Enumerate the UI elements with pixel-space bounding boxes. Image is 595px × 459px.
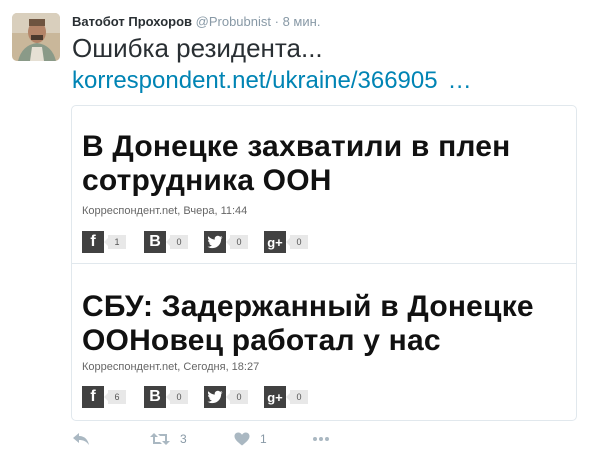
facebook-icon: f — [82, 231, 104, 253]
article-title[interactable]: СБУ: Задержанный в Донецке ООНовец работ… — [82, 290, 570, 358]
tweet-link-ellipsis: … — [447, 67, 472, 94]
share-count: 0 — [286, 390, 308, 404]
gplus-icon: g+ — [264, 386, 286, 408]
share-count: 0 — [226, 390, 248, 404]
tweet-header: Ватобот Прохоров @Probubnist · 8 мин. — [72, 14, 320, 30]
twitter-icon — [204, 386, 226, 408]
reply-button[interactable] — [72, 428, 90, 450]
share-facebook[interactable]: f 6 — [82, 386, 126, 408]
author-name[interactable]: Ватобот Прохоров — [72, 14, 192, 29]
retweet-button[interactable]: 3 — [150, 428, 187, 450]
share-count: 1 — [104, 235, 126, 249]
tweet-link-text: korrespondent.net/ukraine/366905 — [72, 67, 438, 94]
retweet-count: 3 — [180, 432, 187, 446]
avatar[interactable] — [12, 13, 60, 61]
retweet-icon — [150, 433, 170, 445]
article-title[interactable]: В Донецке захватили в плен сотрудника ОО… — [82, 130, 570, 198]
more-button[interactable] — [312, 428, 330, 450]
article-preview[interactable]: В Донецке захватили в плен сотрудника ОО… — [72, 106, 576, 264]
author-handle[interactable]: @Probubnist — [196, 14, 271, 29]
share-twitter[interactable]: 0 — [204, 386, 248, 408]
heart-icon — [234, 432, 250, 446]
tweet-text: Ошибка резидента... — [72, 33, 323, 63]
more-icon — [313, 437, 329, 441]
share-vk[interactable]: B 0 — [144, 231, 188, 253]
separator-dot: · — [274, 14, 279, 29]
share-count: 0 — [286, 235, 308, 249]
share-gplus[interactable]: g+ 0 — [264, 231, 308, 253]
share-count: 0 — [226, 235, 248, 249]
vk-icon: B — [144, 231, 166, 253]
like-count: 1 — [260, 432, 267, 446]
article-meta: Корреспондент.net, Сегодня, 18:27 — [82, 361, 260, 373]
share-count: 6 — [104, 390, 126, 404]
article-meta: Корреспондент.net, Вчера, 11:44 — [82, 205, 248, 217]
facebook-icon: f — [82, 386, 104, 408]
gplus-icon: g+ — [264, 231, 286, 253]
twitter-icon — [204, 231, 226, 253]
article-preview[interactable]: СБУ: Задержанный в Донецке ООНовец работ… — [72, 264, 576, 420]
share-vk[interactable]: B 0 — [144, 386, 188, 408]
like-button[interactable]: 1 — [234, 428, 267, 450]
share-twitter[interactable]: 0 — [204, 231, 248, 253]
link-preview-card[interactable]: В Донецке захватили в плен сотрудника ОО… — [71, 105, 577, 421]
tweet-link[interactable]: korrespondent.net/ukraine/366905 … — [72, 67, 472, 95]
vk-icon: B — [144, 386, 166, 408]
share-gplus[interactable]: g+ 0 — [264, 386, 308, 408]
share-count: 0 — [166, 235, 188, 249]
tweet-timestamp[interactable]: 8 мин. — [283, 14, 321, 29]
tweet-actions: 3 1 — [72, 428, 372, 450]
reply-icon — [73, 433, 89, 445]
share-count: 0 — [166, 390, 188, 404]
share-facebook[interactable]: f 1 — [82, 231, 126, 253]
